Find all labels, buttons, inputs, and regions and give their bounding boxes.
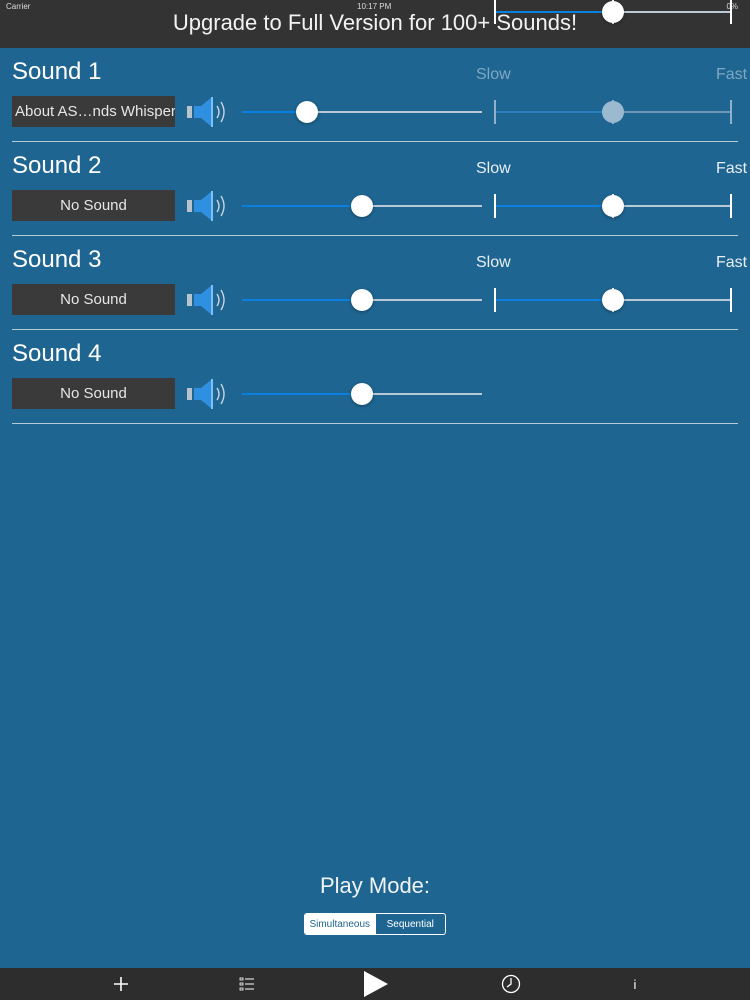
slider-tick-end	[730, 100, 732, 124]
list-icon[interactable]	[232, 968, 262, 1000]
choose-sound-button[interactable]: No Sound	[12, 284, 175, 315]
slider-tick-start	[494, 194, 496, 218]
info-icon[interactable]: i	[620, 968, 650, 1000]
volume-slider-thumb[interactable]	[351, 195, 373, 217]
sound-title: Sound 2	[12, 152, 102, 179]
speed-slider-thumb[interactable]	[602, 101, 624, 123]
speed-fast-label: Fast	[716, 66, 748, 83]
play-mode-label: Play Mode:	[319, 873, 431, 898]
choose-sound-button[interactable]: No Sound	[12, 378, 175, 409]
slider-fill	[494, 299, 613, 301]
speaker-icon[interactable]	[186, 188, 230, 224]
sound-title: Sound 3	[12, 246, 102, 273]
speed-slow-label: Slow	[476, 66, 511, 83]
slider-fill	[494, 205, 613, 207]
volume-slider[interactable]	[242, 288, 482, 312]
slider-fill	[242, 205, 362, 207]
speed-slider[interactable]	[494, 194, 732, 218]
sound-row-1: Sound 1 About AS…nds Whisper Slow Fast	[0, 48, 750, 142]
slider-fill	[242, 299, 362, 301]
speed-slow-label: Slow	[476, 160, 511, 177]
choose-sound-button[interactable]: No Sound	[12, 190, 175, 221]
speed-fast-label: Fast	[716, 160, 748, 177]
segment-simultaneous[interactable]: Simultaneous	[305, 914, 375, 934]
slider-tick-end	[730, 288, 732, 312]
sound-title: Sound 4	[12, 340, 102, 367]
segment-sequential[interactable]: Sequential	[374, 914, 446, 934]
slider-fill	[242, 393, 362, 395]
clock-icon[interactable]	[496, 968, 526, 1000]
plus-icon[interactable]	[106, 968, 136, 1000]
slider-tick-end	[730, 194, 732, 218]
speaker-icon[interactable]	[186, 94, 230, 130]
choose-sound-button[interactable]: About AS…nds Whisper	[12, 96, 175, 127]
volume-slider[interactable]	[242, 194, 482, 218]
speed-slider-thumb[interactable]	[602, 289, 624, 311]
sound-row-3: Sound 3 No Sound Slow Fast	[0, 236, 750, 330]
volume-slider-thumb[interactable]	[351, 383, 373, 405]
speaker-icon[interactable]	[186, 282, 230, 318]
sound-row-4: Sound 4 No Sound	[0, 330, 750, 424]
slider-tick-start	[494, 100, 496, 124]
volume-slider-thumb[interactable]	[295, 101, 318, 123]
upgrade-banner-text[interactable]: Upgrade to Full Version for 100+ Sounds!	[0, 10, 750, 36]
slider-fill	[494, 111, 613, 113]
play-icon[interactable]	[356, 968, 394, 1000]
speed-fast-label: Fast	[716, 254, 748, 271]
volume-slider-thumb[interactable]	[351, 289, 373, 311]
speaker-icon[interactable]	[186, 376, 230, 412]
bottom-toolbar: i	[0, 968, 750, 1000]
volume-slider[interactable]	[242, 100, 482, 124]
volume-slider[interactable]	[242, 382, 482, 406]
row-divider	[12, 423, 738, 424]
upgrade-banner[interactable]: Carrier 10:17 PM 0% Upgrade to Full Vers…	[0, 0, 750, 48]
speed-slider-thumb[interactable]	[602, 195, 624, 217]
speed-slider[interactable]	[494, 100, 732, 124]
slider-tick-start	[494, 288, 496, 312]
sound-title: Sound 1	[12, 58, 102, 85]
speed-slider[interactable]	[494, 288, 732, 312]
sound-row-2: Sound 2 No Sound Slow Fast	[0, 142, 750, 236]
speed-slow-label: Slow	[476, 254, 511, 271]
play-mode-segmented-control[interactable]: Simultaneous Sequential	[304, 913, 446, 935]
